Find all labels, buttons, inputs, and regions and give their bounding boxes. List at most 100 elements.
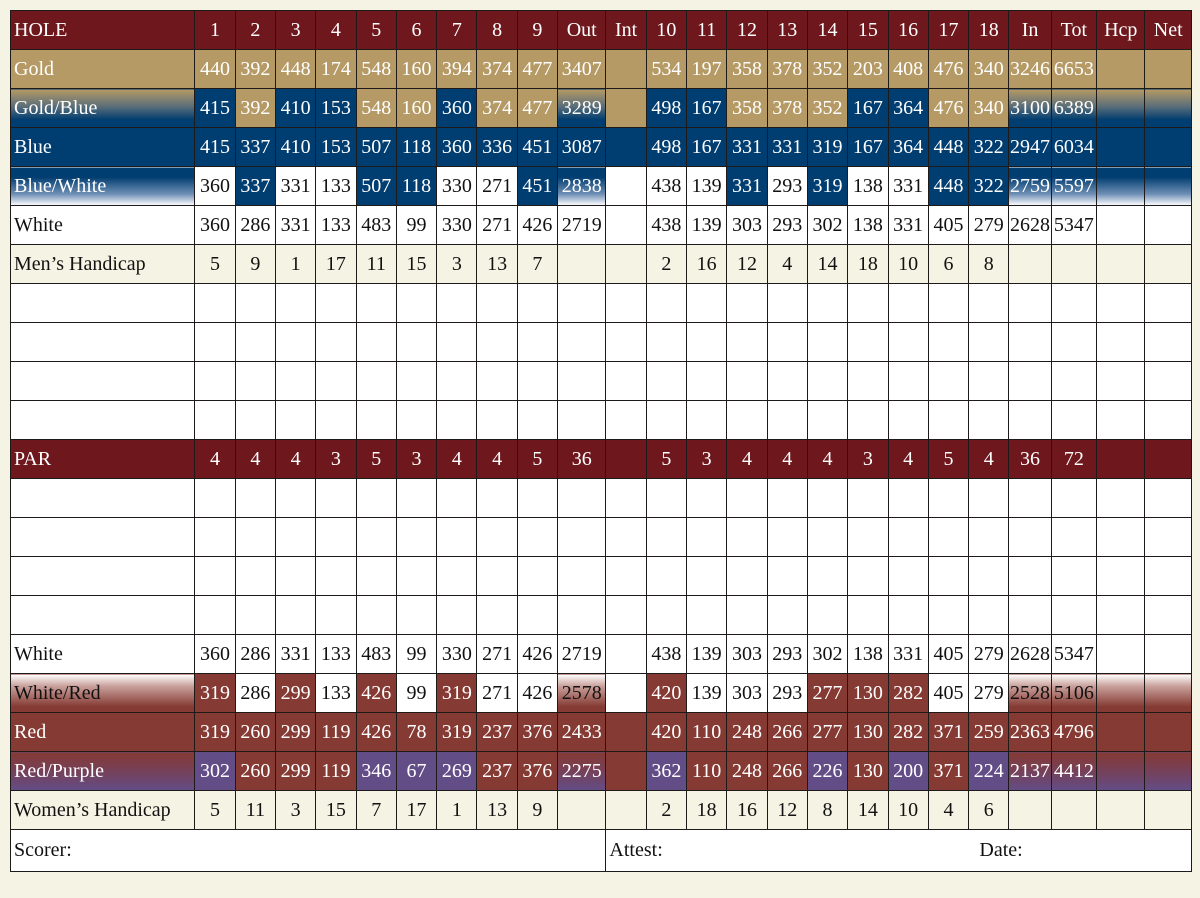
score-input[interactable] bbox=[927, 595, 970, 635]
player-name-input[interactable] bbox=[9, 283, 196, 323]
score-input[interactable] bbox=[887, 400, 929, 440]
score-input[interactable] bbox=[1050, 361, 1098, 401]
score-input[interactable] bbox=[726, 361, 768, 401]
player-name-input[interactable] bbox=[9, 322, 196, 362]
hcp-cell[interactable] bbox=[1096, 88, 1146, 128]
score-input[interactable] bbox=[847, 400, 889, 440]
score-input[interactable] bbox=[557, 283, 607, 323]
score-input[interactable] bbox=[315, 400, 357, 440]
score-input[interactable] bbox=[436, 283, 478, 323]
score-input[interactable] bbox=[605, 283, 647, 323]
score-input[interactable] bbox=[234, 400, 276, 440]
score-input[interactable] bbox=[847, 478, 889, 518]
score-input[interactable] bbox=[806, 595, 849, 635]
score-input[interactable] bbox=[476, 322, 518, 362]
score-input[interactable] bbox=[1096, 361, 1146, 401]
hcp-cell[interactable] bbox=[1096, 166, 1146, 206]
score-input[interactable] bbox=[605, 517, 647, 557]
score-input[interactable] bbox=[645, 595, 688, 635]
score-input[interactable] bbox=[686, 322, 728, 362]
score-input[interactable] bbox=[274, 283, 317, 323]
score-input[interactable] bbox=[1050, 283, 1098, 323]
player-name-input[interactable] bbox=[9, 556, 196, 596]
score-input[interactable] bbox=[806, 361, 849, 401]
score-input[interactable] bbox=[395, 478, 438, 518]
score-input[interactable] bbox=[927, 517, 970, 557]
net-cell[interactable] bbox=[1144, 166, 1192, 206]
score-input[interactable] bbox=[516, 478, 559, 518]
player-name-input[interactable] bbox=[9, 595, 196, 635]
score-input[interactable] bbox=[274, 595, 317, 635]
score-input[interactable] bbox=[927, 556, 970, 596]
hcp-cell[interactable] bbox=[1096, 673, 1146, 713]
score-input[interactable] bbox=[1144, 361, 1192, 401]
score-input[interactable] bbox=[605, 556, 647, 596]
score-input[interactable] bbox=[1050, 517, 1098, 557]
score-input[interactable] bbox=[234, 283, 276, 323]
score-input[interactable] bbox=[1096, 556, 1146, 596]
score-input[interactable] bbox=[315, 517, 357, 557]
score-input[interactable] bbox=[766, 556, 808, 596]
score-input[interactable] bbox=[194, 478, 236, 518]
score-input[interactable] bbox=[557, 400, 607, 440]
score-input[interactable] bbox=[355, 400, 397, 440]
score-input[interactable] bbox=[726, 556, 768, 596]
score-input[interactable] bbox=[847, 556, 889, 596]
score-input[interactable] bbox=[766, 322, 808, 362]
score-input[interactable] bbox=[557, 517, 607, 557]
score-input[interactable] bbox=[726, 283, 768, 323]
score-input[interactable] bbox=[766, 283, 808, 323]
score-input[interactable] bbox=[766, 595, 808, 635]
score-input[interactable] bbox=[927, 283, 970, 323]
score-input[interactable] bbox=[847, 361, 889, 401]
score-input[interactable] bbox=[887, 517, 929, 557]
score-input[interactable] bbox=[927, 361, 970, 401]
score-input[interactable] bbox=[194, 556, 236, 596]
score-input[interactable] bbox=[516, 361, 559, 401]
score-input[interactable] bbox=[557, 361, 607, 401]
score-input[interactable] bbox=[315, 283, 357, 323]
score-input[interactable] bbox=[436, 400, 478, 440]
score-input[interactable] bbox=[476, 400, 518, 440]
score-input[interactable] bbox=[395, 283, 438, 323]
score-input[interactable] bbox=[1144, 400, 1192, 440]
score-input[interactable] bbox=[516, 400, 559, 440]
score-input[interactable] bbox=[1008, 595, 1052, 635]
score-input[interactable] bbox=[194, 400, 236, 440]
score-input[interactable] bbox=[1096, 595, 1146, 635]
score-input[interactable] bbox=[1096, 517, 1146, 557]
score-input[interactable] bbox=[194, 517, 236, 557]
score-input[interactable] bbox=[847, 517, 889, 557]
net-cell[interactable] bbox=[1144, 49, 1192, 89]
score-input[interactable] bbox=[1144, 283, 1192, 323]
score-input[interactable] bbox=[766, 478, 808, 518]
score-input[interactable] bbox=[887, 283, 929, 323]
score-input[interactable] bbox=[476, 283, 518, 323]
score-input[interactable] bbox=[968, 322, 1010, 362]
score-input[interactable] bbox=[1008, 361, 1052, 401]
score-input[interactable] bbox=[315, 322, 357, 362]
score-input[interactable] bbox=[968, 556, 1010, 596]
net-cell[interactable] bbox=[1144, 751, 1192, 791]
score-input[interactable] bbox=[968, 478, 1010, 518]
score-input[interactable] bbox=[355, 478, 397, 518]
score-input[interactable] bbox=[516, 556, 559, 596]
score-input[interactable] bbox=[557, 478, 607, 518]
score-input[interactable] bbox=[436, 478, 478, 518]
score-input[interactable] bbox=[274, 322, 317, 362]
hcp-cell[interactable] bbox=[1096, 205, 1146, 245]
score-input[interactable] bbox=[806, 517, 849, 557]
score-input[interactable] bbox=[355, 595, 397, 635]
player-name-input[interactable] bbox=[9, 361, 196, 401]
score-input[interactable] bbox=[605, 322, 647, 362]
score-input[interactable] bbox=[806, 400, 849, 440]
score-input[interactable] bbox=[355, 283, 397, 323]
score-input[interactable] bbox=[726, 400, 768, 440]
score-input[interactable] bbox=[686, 478, 728, 518]
score-input[interactable] bbox=[1096, 283, 1146, 323]
score-input[interactable] bbox=[686, 400, 728, 440]
score-input[interactable] bbox=[726, 322, 768, 362]
score-input[interactable] bbox=[605, 361, 647, 401]
score-input[interactable] bbox=[436, 322, 478, 362]
score-input[interactable] bbox=[355, 322, 397, 362]
